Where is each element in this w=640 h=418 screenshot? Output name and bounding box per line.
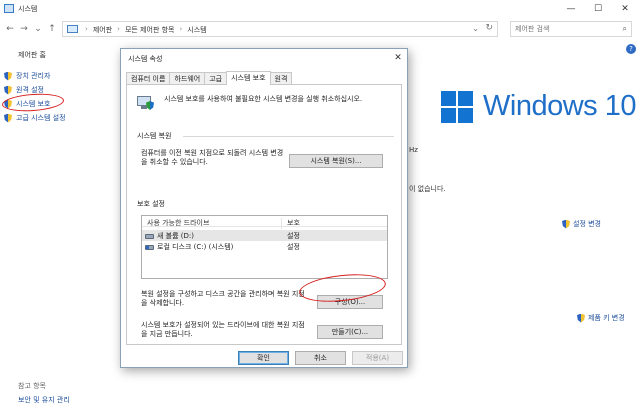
search-input[interactable] (511, 22, 611, 36)
up-arrow-icon[interactable]: ↑ (46, 22, 58, 36)
system-drive-icon (145, 244, 154, 250)
create-button[interactable]: 만들기(C)... (317, 325, 383, 339)
drive-name-label: 새 볼륨 (D:) (157, 232, 194, 240)
security-maintenance-link[interactable]: 보안 및 유지 관리 (18, 395, 70, 405)
table-header: 사용 가능한 드라이브 보호 (142, 216, 387, 229)
drive-protection-cell: 설정 (287, 243, 300, 251)
drive-icon (145, 233, 154, 239)
recent-locations-chevron-icon[interactable]: ⌄ (32, 22, 44, 36)
control-panel-home-link[interactable]: 제어판 홈 (18, 50, 46, 60)
control-panel-icon (67, 25, 78, 33)
apply-button[interactable]: 적용(A) (352, 351, 403, 365)
column-header-drives[interactable]: 사용 가능한 드라이브 (147, 218, 209, 228)
drive-protection-cell: 설정 (287, 232, 300, 240)
maximize-button[interactable]: ☐ (584, 0, 612, 18)
table-row[interactable]: 로컬 디스크 (C:) (시스템) 설정 (142, 241, 387, 252)
cancel-button[interactable]: 취소 (295, 351, 346, 365)
address-row: ← → ⌄ ↑ › 제어판 › 모든 제어판 항목 › 시스템 ⌄ ↻ ⌕ (0, 18, 640, 40)
window-title: 시스템 (18, 5, 38, 13)
shield-icon (4, 85, 12, 95)
sidebar-item-label: 고급 시스템 설정 (16, 114, 66, 122)
configure-description: 복원 설정을 구성하고 디스크 공간을 관리하며 복원 지점을 삭제합니다. (141, 290, 305, 307)
windows-logo-icon (441, 91, 473, 123)
breadcrumb-separator: › (85, 25, 88, 33)
sidebar-item-device-manager[interactable]: 장치 관리자 (4, 71, 50, 81)
system-protection-panel: 시스템 보호를 사용하여 불필요한 시스템 변경을 실행 취소하십시오. 시스템… (126, 84, 402, 345)
see-also-heading: 참고 항목 (18, 382, 46, 390)
forward-arrow-icon[interactable]: → (18, 22, 30, 36)
column-header-protection[interactable]: 보호 (287, 218, 300, 228)
minimize-button[interactable]: — (557, 0, 585, 18)
restore-group-label: 시스템 복원 (137, 132, 172, 140)
back-arrow-icon[interactable]: ← (4, 22, 16, 36)
dialog-close-icon[interactable]: ✕ (391, 51, 405, 65)
address-dropdown-icon[interactable]: ⌄ (472, 24, 479, 33)
drive-name-cell: 새 볼륨 (D:) (145, 231, 194, 241)
search-icon[interactable]: ⌕ (623, 24, 627, 34)
breadcrumb-all-items[interactable]: 모든 제어판 항목 (125, 25, 175, 35)
breadcrumb-separator: › (179, 25, 183, 33)
restore-description: 컴퓨터를 이전 복원 지점으로 되돌려 시스템 변경을 취소할 수 있습니다. (141, 149, 284, 166)
change-product-key-label: 제품 키 변경 (588, 314, 625, 322)
search-box: ⌕ (510, 21, 632, 37)
dialog-title: 시스템 속성 (128, 55, 163, 63)
close-button[interactable]: ✕ (611, 0, 639, 18)
change-settings-label: 설정 변경 (573, 220, 601, 228)
change-settings-link[interactable]: 설정 변경 (562, 219, 601, 229)
ok-button[interactable]: 확인 (238, 351, 289, 365)
system-restore-button[interactable]: 시스템 복원(S)... (289, 154, 383, 168)
group-divider (183, 136, 394, 137)
shield-icon (562, 219, 570, 229)
address-bar[interactable]: › 제어판 › 모든 제어판 항목 › 시스템 ⌄ ↻ (62, 21, 498, 37)
protection-description: 시스템 보호를 사용하여 불필요한 시스템 변경을 실행 취소하십시오. (164, 95, 363, 103)
drive-name-label: 로컬 디스크 (C:) (시스템) (157, 243, 234, 251)
pen-touch-fragment: 이 없습니다. (409, 185, 446, 193)
system-protection-icon (137, 95, 155, 111)
window-titlebar: 시스템 — ☐ ✕ (0, 0, 640, 18)
sidebar-item-label: 장치 관리자 (16, 72, 51, 80)
change-product-key-link[interactable]: 제품 키 변경 (577, 313, 625, 323)
shield-icon (4, 113, 12, 123)
shield-icon (4, 71, 12, 81)
system-app-icon (4, 4, 14, 13)
dialog-tabs: 컴퓨터 이름 하드웨어 고급 시스템 보호 원격 (126, 71, 293, 85)
available-drives-table: 사용 가능한 드라이브 보호 새 볼륨 (D:) 설정 로컬 디스크 (C:) … (141, 215, 388, 279)
drive-name-cell: 로컬 디스크 (C:) (시스템) (145, 242, 233, 252)
column-separator (281, 218, 282, 229)
breadcrumb-control-panel[interactable]: 제어판 (93, 25, 112, 35)
shield-icon (577, 313, 585, 323)
table-row[interactable]: 새 볼륨 (D:) 설정 (142, 230, 387, 241)
tab-system-protection[interactable]: 시스템 보호 (226, 71, 271, 85)
protection-group-label: 보호 설정 (137, 200, 165, 208)
processor-fragment: Hz (409, 146, 418, 154)
help-icon[interactable]: ? (626, 44, 636, 54)
breadcrumb-separator: › (117, 25, 120, 33)
windows-edition-brand: Windows 10 (483, 90, 636, 122)
breadcrumb-system[interactable]: 시스템 (187, 25, 206, 35)
system-properties-dialog: 시스템 속성 ✕ 컴퓨터 이름 하드웨어 고급 시스템 보호 원격 시스템 보호… (120, 48, 408, 368)
refresh-icon[interactable]: ↻ (485, 23, 493, 33)
sidebar-item-advanced-settings[interactable]: 고급 시스템 설정 (4, 113, 66, 123)
create-description: 시스템 보호가 설정되어 있는 드라이브에 대한 복원 지점을 지금 만듭니다. (141, 321, 305, 338)
breadcrumb: › 제어판 › 모든 제어판 항목 › 시스템 (85, 25, 207, 35)
